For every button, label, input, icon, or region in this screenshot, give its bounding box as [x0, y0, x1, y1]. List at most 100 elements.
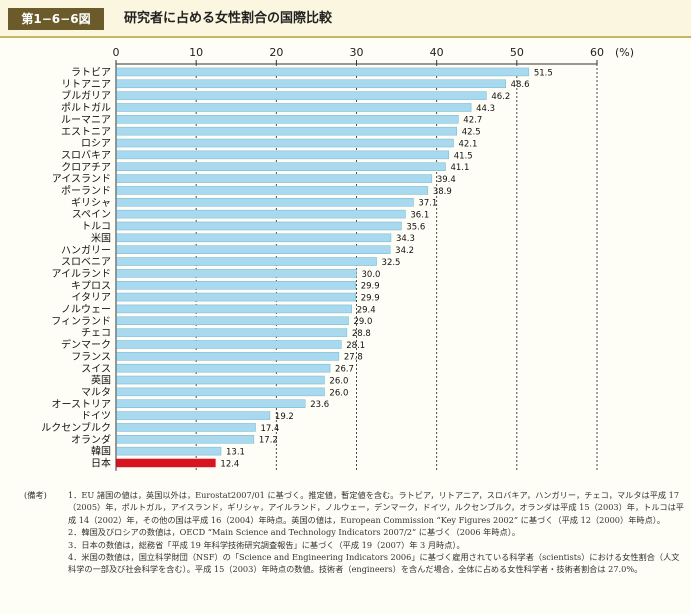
category-label-26: 英国: [91, 374, 111, 387]
value-label-12: 36.1: [410, 211, 429, 221]
category-label-0: ラトビア: [71, 67, 111, 79]
value-label-11: 37.1: [418, 199, 437, 209]
category-label-22: チェコ: [81, 327, 111, 339]
category-label-18: キプロス: [71, 280, 111, 292]
bar-9: [116, 174, 433, 183]
x-tick-label-0: 0: [113, 46, 120, 59]
category-label-8: クロアチア: [61, 161, 111, 173]
x-tick-label-3: 30: [350, 46, 364, 59]
value-label-23: 28.1: [346, 341, 365, 351]
value-label-9: 39.4: [437, 175, 456, 185]
category-label-7: スロバキア: [61, 149, 111, 161]
category-label-24: フランス: [71, 351, 111, 363]
value-label-28: 23.6: [310, 400, 329, 410]
value-label-15: 34.2: [395, 246, 414, 256]
category-label-13: トルコ: [81, 222, 111, 233]
x-tick-label-2: 20: [269, 46, 283, 59]
x-tick-label-6: 60: [590, 46, 604, 59]
bar-26: [116, 375, 325, 385]
x-axis-unit: (%): [615, 46, 634, 59]
bar-13: [116, 221, 402, 231]
notes-label: (備考): [24, 490, 47, 500]
bar-3: [116, 103, 472, 112]
value-label-13: 35.6: [406, 222, 425, 232]
category-label-20: ノルウェー: [61, 304, 111, 316]
bar-6: [116, 138, 454, 148]
value-label-4: 42.7: [463, 116, 482, 126]
bar-22: [116, 328, 348, 337]
category-label-10: ポーランド: [61, 185, 111, 197]
bar-28: [116, 399, 306, 408]
value-label-1: 48.6: [511, 80, 530, 90]
category-label-1: リトアニア: [61, 79, 111, 90]
value-label-0: 51.5: [534, 68, 553, 78]
note-row-2: 2．韓国及びロシアの数値は，OECD “Main Science and Tec…: [24, 526, 684, 538]
notes-section: (備考) 1．EU 諸国の値は，英国以外は，Eurostat2007/01 に基…: [24, 489, 684, 576]
bar-31: [116, 435, 255, 444]
value-label-22: 28.8: [352, 329, 371, 339]
bar-15: [116, 245, 391, 254]
category-label-16: スロベニア: [61, 256, 111, 268]
figure-number-badge: 第1−6−6図: [8, 8, 104, 30]
note-item-2: 2．韓国及びロシアの数値は，OECD “Main Science and Tec…: [68, 527, 521, 538]
value-label-10: 38.9: [433, 187, 452, 197]
bar-23: [116, 340, 342, 349]
category-label-19: イタリア: [71, 292, 111, 304]
note-row-1: (備考) 1．EU 諸国の値は，英国以外は，Eurostat2007/01 に基…: [24, 489, 684, 526]
value-label-32: 13.1: [226, 448, 245, 458]
bar-12: [116, 209, 406, 219]
bar-27: [116, 387, 325, 397]
value-label-5: 42.5: [462, 128, 481, 138]
bar-16: [116, 257, 377, 266]
x-tick-label-4: 40: [430, 46, 444, 59]
category-label-2: ブルガリア: [61, 89, 111, 102]
bar-32: [116, 446, 222, 456]
bar-4: [116, 115, 459, 124]
bar-7: [116, 150, 449, 160]
value-label-33: 12.4: [220, 459, 239, 469]
category-label-6: ロシア: [81, 139, 111, 150]
note-item-3: 3．日本の数値は，総務省「平成 19 年科学技術研究調査報告」に基づく（平成 1…: [68, 539, 465, 550]
note-item-1: 1．EU 諸国の値は，英国以外は，Eurostat2007/01 に基づく。推定…: [68, 490, 684, 525]
category-label-23: デンマーク: [61, 338, 111, 351]
x-tick-label-1: 10: [189, 46, 203, 59]
bar-1: [116, 79, 506, 89]
grid-lines: [115, 64, 598, 471]
category-label-4: ルーマニア: [61, 115, 111, 126]
value-label-24: 27.8: [344, 353, 363, 363]
bar-11: [116, 198, 414, 207]
bar-21: [116, 316, 349, 326]
bar-29: [116, 411, 271, 420]
bar-0: [116, 67, 530, 77]
bar-5: [116, 126, 457, 136]
value-label-31: 17.2: [259, 436, 278, 446]
value-label-27: 26.0: [329, 388, 348, 398]
value-label-17: 30.0: [362, 270, 381, 280]
value-label-16: 32.5: [382, 258, 401, 268]
bar-14: [116, 233, 392, 243]
category-label-11: ギリシャ: [71, 197, 111, 209]
figure-page: 第1−6−6図 研究者に占める女性割合の国際比較 0 10 20 30 40 50 60 (%…: [0, 0, 691, 614]
bar-chart: 0 10 20 30 40 50 60 (%) ラトビアリトアニアブルガリアポルトガルルーマニ…: [41, 46, 634, 471]
value-label-19: 29.9: [361, 293, 380, 303]
category-label-25: スイス: [81, 364, 111, 375]
category-label-27: マルタ: [81, 386, 111, 398]
category-label-28: オーストリア: [52, 398, 112, 410]
note-row-4: 4．米国の数値は，国立科学財団（NSF）の「Science and Engine…: [24, 551, 684, 576]
category-labels: ラトビアリトアニアブルガリアポルトガルルーマニアエストニアロシアスロバキアクロア…: [41, 67, 111, 470]
x-tick-label-5: 50: [510, 46, 524, 59]
figure-header: 第1−6−6図 研究者に占める女性割合の国際比較: [0, 0, 691, 38]
value-label-3: 44.3: [476, 104, 495, 114]
bar-20: [116, 304, 352, 314]
bar-19: [116, 292, 356, 302]
bar-8: [116, 162, 446, 171]
category-label-21: フィンランド: [51, 315, 111, 327]
bar-30: [116, 423, 256, 432]
category-label-29: ドイツ: [81, 411, 111, 422]
value-label-6: 42.1: [459, 139, 478, 149]
category-label-15: ハンガリー: [61, 244, 111, 256]
bar-33: [116, 458, 216, 468]
category-label-30: ルクセンブルク: [41, 421, 111, 434]
value-label-20: 29.4: [357, 305, 376, 315]
category-label-31: オランダ: [71, 433, 111, 446]
